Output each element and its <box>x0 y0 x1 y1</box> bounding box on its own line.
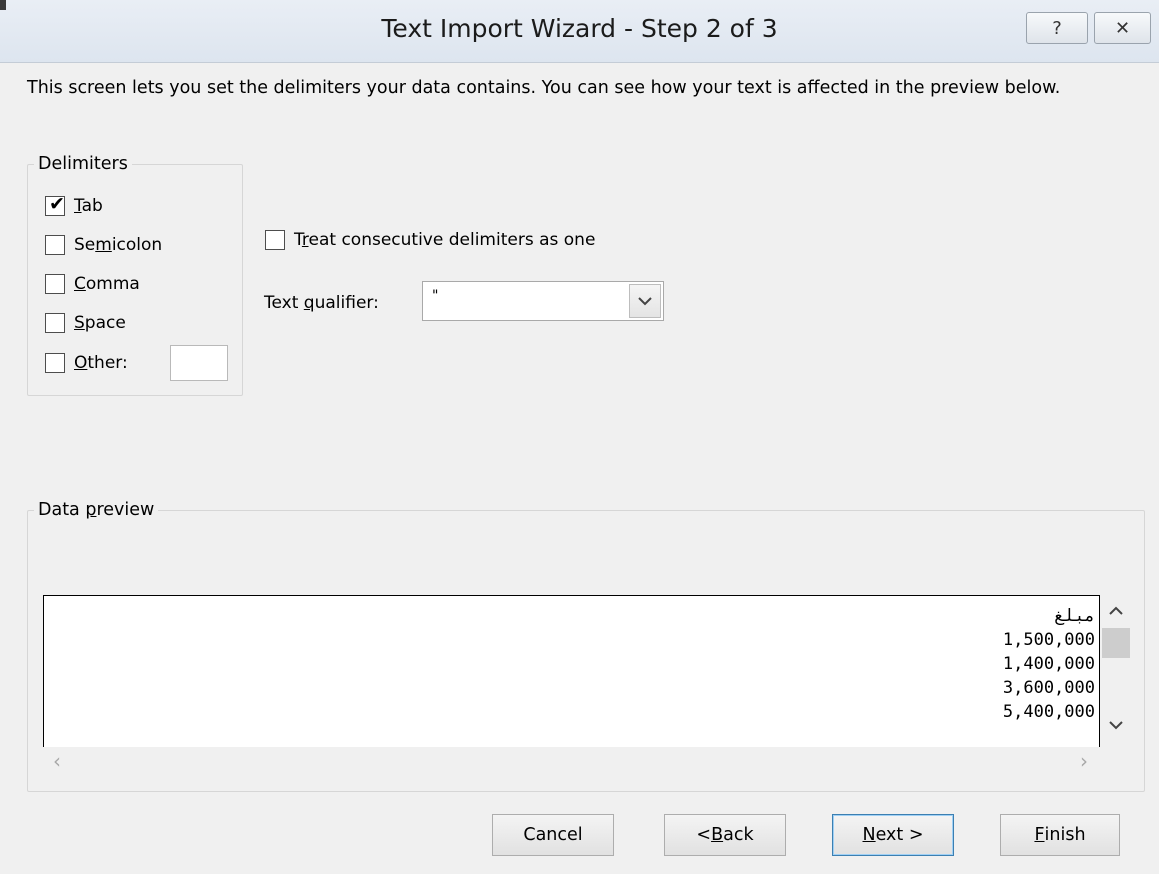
scroll-thumb[interactable] <box>1102 628 1130 658</box>
window-corner <box>0 0 6 10</box>
space-checkbox[interactable] <box>45 313 65 333</box>
comma-checkbox-row[interactable]: Comma <box>45 274 140 294</box>
chevron-down-icon <box>638 297 652 306</box>
tab-checkbox[interactable]: ✔ <box>45 193 65 216</box>
consecutive-delimiters-label: Treat consecutive delimiters as one <box>294 230 596 250</box>
dropdown-arrow-button[interactable] <box>629 284 661 318</box>
data-preview-legend: Data preview <box>38 500 155 520</box>
preview-line: 1,400,000 <box>1002 654 1095 674</box>
preview-line: 1,500,000 <box>1002 630 1095 650</box>
help-icon: ? <box>1052 17 1062 39</box>
consecutive-delimiters-row[interactable]: Treat consecutive delimiters as one <box>265 230 595 250</box>
preview-line: 3,600,000 <box>1002 678 1095 698</box>
text-qualifier-value: " <box>432 288 439 304</box>
scroll-down-icon[interactable] <box>1100 715 1132 734</box>
window-title: Text Import Wizard - Step 2 of 3 <box>381 14 778 43</box>
semicolon-checkbox[interactable] <box>45 235 65 255</box>
help-button[interactable]: ? <box>1026 12 1088 44</box>
back-button[interactable]: < Back <box>664 814 786 856</box>
text-qualifier-select[interactable]: " <box>422 281 664 321</box>
semicolon-label: Semicolon <box>74 235 163 255</box>
cancel-button[interactable]: Cancel <box>492 814 614 856</box>
tab-checkbox-row[interactable]: ✔ Tab <box>45 193 103 216</box>
preview-line: مبلغ <box>1054 606 1095 626</box>
other-label: Other: <box>74 353 128 373</box>
comma-label: Comma <box>74 274 140 294</box>
consecutive-delimiters-checkbox[interactable] <box>265 230 285 250</box>
space-label: Space <box>74 313 126 333</box>
data-preview-pane[interactable]: مبلغ 1,500,000 1,400,000 3,600,000 5,400… <box>43 595 1100 747</box>
close-icon: ✕ <box>1114 17 1131 39</box>
tab-label: Tab <box>74 196 103 216</box>
preview-horizontal-scrollbar[interactable]: ‹ › <box>43 747 1100 777</box>
delimiters-legend: Delimiters <box>38 154 128 174</box>
scroll-right-icon[interactable]: › <box>1080 749 1088 773</box>
preview-lines: مبلغ 1,500,000 1,400,000 3,600,000 5,400… <box>1003 604 1095 724</box>
other-delimiter-input[interactable] <box>170 345 228 381</box>
semicolon-checkbox-row[interactable]: Semicolon <box>45 235 162 255</box>
scroll-left-icon[interactable]: ‹ <box>53 749 61 773</box>
finish-button[interactable]: Finish <box>1000 814 1120 856</box>
text-qualifier-label: Text qualifier: <box>264 293 379 313</box>
next-button[interactable]: Next > <box>832 814 954 856</box>
other-checkbox[interactable] <box>45 353 65 373</box>
scroll-up-icon[interactable] <box>1100 601 1132 620</box>
comma-checkbox[interactable] <box>45 274 65 294</box>
instructions-text: This screen lets you set the delimiters … <box>27 78 1061 98</box>
preview-vertical-scrollbar[interactable] <box>1100 595 1132 747</box>
close-button[interactable]: ✕ <box>1094 12 1151 44</box>
title-bar: Text Import Wizard - Step 2 of 3 ? ✕ <box>0 0 1159 63</box>
preview-line: 5,400,000 <box>1002 702 1095 722</box>
checkmark-icon: ✔ <box>49 193 65 215</box>
other-checkbox-row[interactable]: Other: <box>45 353 128 373</box>
space-checkbox-row[interactable]: Space <box>45 313 126 333</box>
